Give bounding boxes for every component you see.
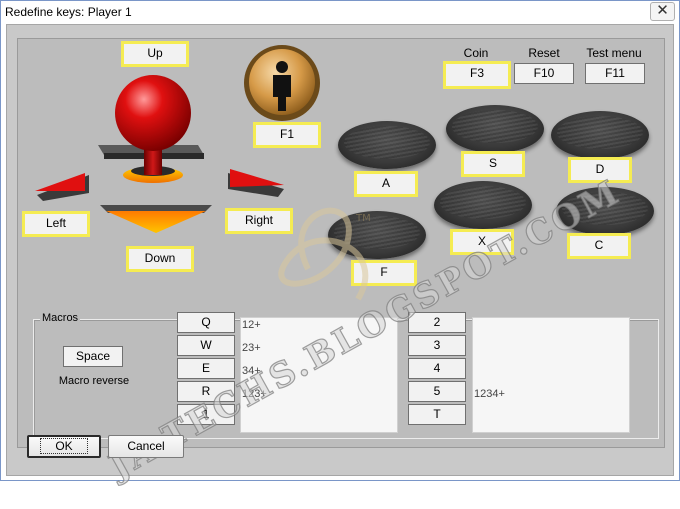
button-a-pad — [338, 121, 436, 169]
key-d[interactable]: D — [568, 157, 632, 183]
key-start[interactable]: F1 — [253, 122, 321, 148]
left-arrow-icon — [35, 173, 89, 201]
button-d-pad — [551, 111, 649, 159]
dialog-window: Redefine keys: Player 1 ✕ Up Left Right … — [0, 0, 680, 489]
button-f-pad — [328, 211, 426, 259]
window-title: Redefine keys: Player 1 — [5, 5, 132, 19]
macro-reverse-label: Macro reverse — [58, 375, 130, 387]
macro-list-left[interactable] — [240, 317, 398, 433]
key-x[interactable]: X — [450, 229, 514, 255]
key-up[interactable]: Up — [121, 41, 189, 67]
key-c[interactable]: C — [567, 233, 631, 259]
key-a[interactable]: A — [354, 171, 418, 197]
macro-key-space[interactable]: Space — [63, 346, 123, 367]
close-icon: ✕ — [656, 2, 669, 19]
key-reset[interactable]: F10 — [514, 63, 574, 84]
macro-value: 12+ — [242, 319, 261, 331]
ok-button[interactable]: OK — [27, 435, 101, 458]
key-s[interactable]: S — [461, 151, 525, 177]
macros-group-label: Macros — [40, 312, 81, 324]
test-menu-header: Test menu — [586, 46, 642, 60]
down-arrow-icon — [100, 205, 212, 233]
cancel-button[interactable]: Cancel — [108, 435, 184, 458]
macro-key[interactable]: 3 — [408, 335, 466, 356]
macro-key[interactable]: 5 — [408, 381, 466, 402]
coin-header: Coin — [463, 46, 489, 60]
macro-key[interactable]: T — [408, 404, 466, 425]
macro-key[interactable]: W — [177, 335, 235, 356]
keymap-panel: Up Left Right Down F1 Coin Reset Test me… — [17, 38, 665, 489]
key-left[interactable]: Left — [22, 211, 90, 237]
key-test-menu[interactable]: F11 — [585, 63, 645, 84]
player-icon — [244, 45, 320, 121]
macro-value: 1234+ — [474, 388, 505, 400]
title-bar[interactable]: Redefine keys: Player 1 ✕ — [1, 1, 679, 23]
dialog-client-area: Up Left Right Down F1 Coin Reset Test me… — [6, 24, 674, 489]
right-arrow-icon — [228, 169, 284, 197]
macro-key[interactable]: R — [177, 381, 235, 402]
macro-list-right[interactable] — [472, 317, 630, 433]
key-f[interactable]: F — [351, 260, 417, 286]
key-down[interactable]: Down — [126, 246, 194, 272]
macro-value: 23+ — [242, 342, 261, 354]
macro-value: 123+ — [242, 388, 267, 400]
macro-key[interactable]: E — [177, 358, 235, 379]
macro-key[interactable]: 1 — [177, 404, 235, 425]
close-button[interactable]: ✕ — [650, 2, 675, 21]
reset-header: Reset — [528, 46, 560, 60]
button-x-pad — [434, 181, 532, 229]
key-coin[interactable]: F3 — [443, 61, 511, 89]
button-c-pad — [556, 187, 654, 235]
macro-key[interactable]: Q — [177, 312, 235, 333]
button-s-pad — [446, 105, 544, 153]
key-right[interactable]: Right — [225, 208, 293, 234]
macro-key[interactable]: 2 — [408, 312, 466, 333]
macro-key[interactable]: 4 — [408, 358, 466, 379]
macro-value: 34+ — [242, 365, 261, 377]
